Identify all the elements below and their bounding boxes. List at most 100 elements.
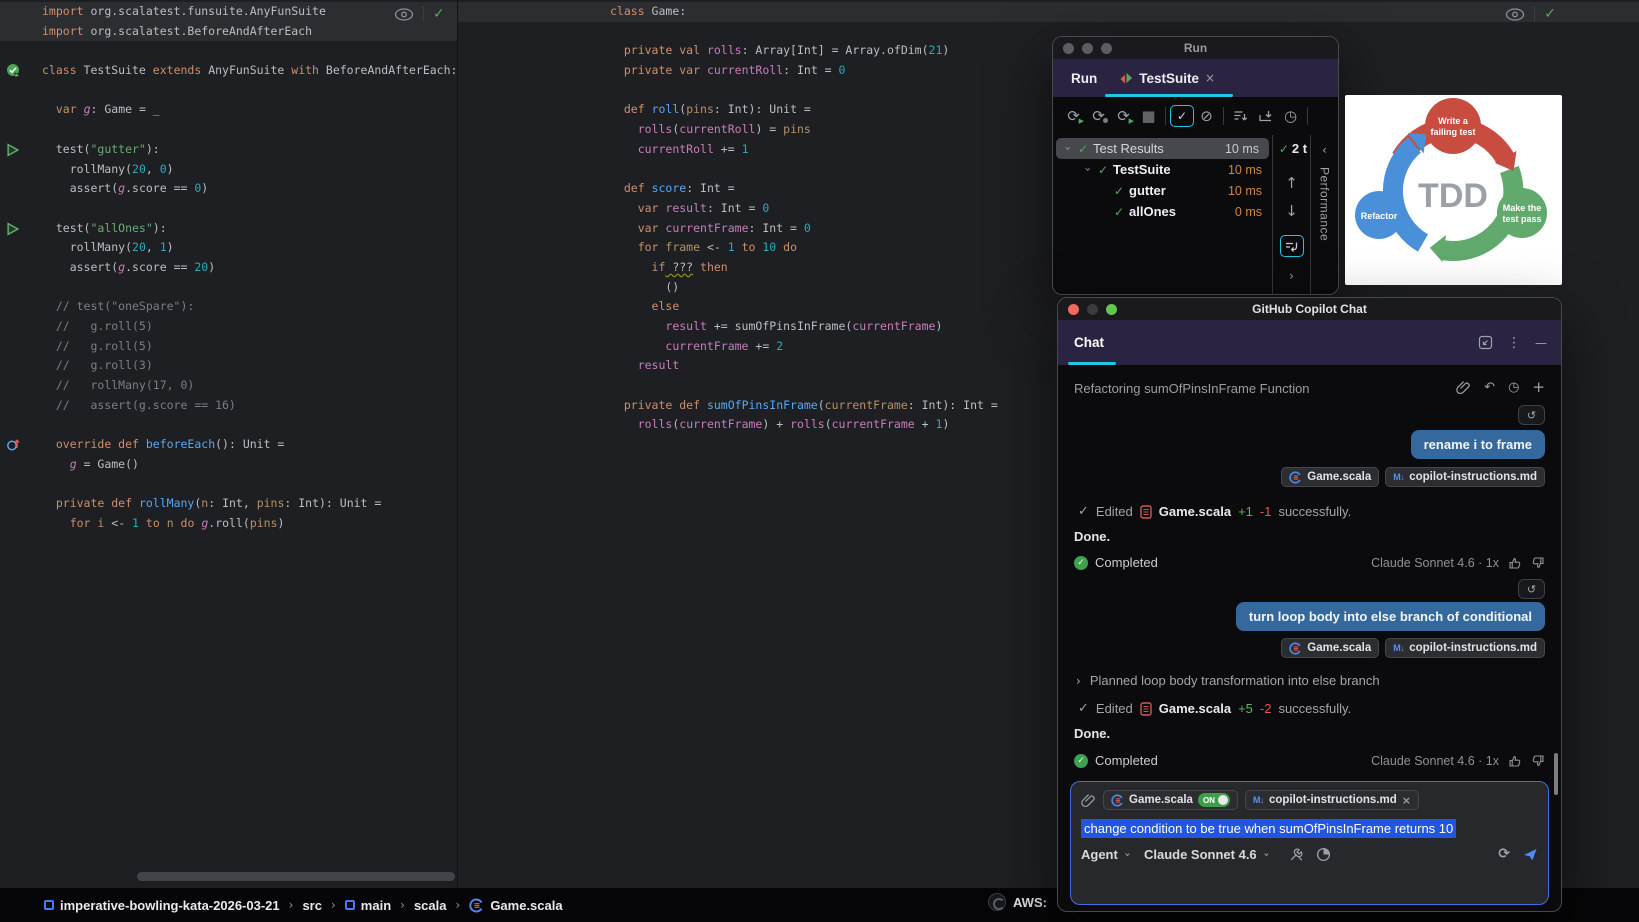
code-line[interactable]: // g.roll(5)	[0, 317, 457, 337]
horizontal-scrollbar[interactable]	[137, 872, 455, 881]
code-line[interactable]: class Game:	[458, 2, 1639, 22]
chevron-down-icon[interactable]: ›	[1260, 852, 1271, 856]
code-line[interactable]	[0, 475, 457, 495]
breadcrumb-label[interactable]: main	[361, 898, 391, 913]
chevron-down-icon[interactable]: ›	[1062, 142, 1075, 156]
code-line[interactable]: // g.roll(5)	[0, 337, 457, 357]
code-editor-testsuite[interactable]: import org.scalatest.funsuite.AnyFunSuit…	[0, 2, 457, 534]
code-line[interactable]	[458, 22, 1639, 42]
eye-icon[interactable]	[1505, 8, 1525, 21]
code-line[interactable]	[0, 199, 457, 219]
regenerate-icon[interactable]: ⟳	[1498, 846, 1510, 862]
chevron-left-icon[interactable]: ‹	[1322, 143, 1327, 157]
code-line[interactable]: import org.scalatest.funsuite.AnyFunSuit…	[0, 2, 457, 22]
breadcrumb-src[interactable]: src	[302, 898, 322, 913]
sort-by-duration-button[interactable]	[1228, 109, 1253, 123]
breadcrumb-label[interactable]: scala	[414, 898, 447, 913]
test-tree-row-gutter[interactable]: ✓ gutter 10 ms	[1053, 180, 1272, 201]
code-line[interactable]	[0, 41, 457, 61]
input-attachment-chip-game-scala[interactable]: Game.scala ON	[1103, 790, 1238, 810]
tab-label[interactable]: TestSuite	[1139, 71, 1199, 86]
code-line[interactable]: rollMany(20, 1)	[0, 238, 457, 258]
run-window-titlebar[interactable]: Run	[1053, 37, 1338, 59]
code-line[interactable]: test("allOnes"):	[0, 219, 457, 239]
test-tree-row-suite[interactable]: › ✓ TestSuite 10 ms	[1053, 159, 1272, 180]
overrides-method-gutter-icon[interactable]	[6, 437, 21, 452]
code-line[interactable]: assert(g.score == 20)	[0, 258, 457, 278]
code-line[interactable]: for i <- 1 to n do g.roll(pins)	[0, 514, 457, 534]
code-line[interactable]: var g: Game = _	[0, 100, 457, 120]
remove-attachment-icon[interactable]: ×	[1402, 794, 1411, 807]
previous-test-button[interactable]: ↑	[1285, 174, 1298, 192]
show-ignored-toggle[interactable]: ⊘	[1194, 107, 1219, 125]
breadcrumb-label[interactable]: src	[302, 898, 322, 913]
code-line[interactable]	[0, 120, 457, 140]
attach-icon[interactable]	[1456, 380, 1471, 395]
show-passed-toggle[interactable]: ✓	[1170, 105, 1194, 127]
tab-testsuite[interactable]: TestSuite ×	[1119, 71, 1215, 86]
chevron-down-icon[interactable]: ›	[1082, 163, 1095, 177]
attach-icon[interactable]	[1081, 793, 1096, 808]
no-problems-check-icon[interactable]: ✓	[433, 6, 445, 22]
chat-scrollbar[interactable]	[1554, 753, 1558, 795]
run-toolwindow-label[interactable]: Run	[1071, 71, 1097, 86]
run-class-passed-gutter-icon[interactable]	[6, 63, 21, 78]
code-line[interactable]: test("gutter"):	[0, 140, 457, 160]
code-line[interactable]: private def rollMany(n: Int, pins: Int):…	[0, 494, 457, 514]
close-tab-icon[interactable]: ×	[1205, 71, 1215, 85]
editor-pane-testsuite[interactable]: import org.scalatest.funsuite.AnyFunSuit…	[0, 0, 457, 888]
restore-checkpoint-button[interactable]: ↺	[1518, 579, 1545, 599]
breadcrumb-main[interactable]: main	[345, 898, 391, 913]
chat-window-titlebar[interactable]: GitHub Copilot Chat	[1058, 298, 1561, 320]
mode-select[interactable]: Agent	[1081, 847, 1118, 862]
attachment-chip-game-scala[interactable]: Game.scala	[1281, 638, 1379, 658]
thumbs-down-icon[interactable]	[1531, 754, 1545, 768]
test-node-label[interactable]: gutter	[1129, 183, 1166, 198]
chat-input-selected-text[interactable]: change condition to be true when sumOfPi…	[1081, 819, 1456, 838]
code-line[interactable]: import org.scalatest.BeforeAndAfterEach	[0, 22, 457, 42]
no-problems-check-icon[interactable]: ✓	[1544, 6, 1556, 22]
restore-checkpoint-button[interactable]: ↺	[1518, 405, 1545, 425]
code-line[interactable]: // test("oneSpare"):	[0, 297, 457, 317]
attachment-chip-game-scala[interactable]: Game.scala	[1281, 467, 1379, 487]
collapsed-plan-row[interactable]: › Planned loop body transformation into …	[1076, 673, 1380, 688]
breadcrumb-label[interactable]: Game.scala	[490, 898, 562, 913]
more-options-kebab-icon[interactable]: ⋮	[1507, 335, 1521, 351]
attachment-on-toggle[interactable]: ON	[1198, 793, 1230, 807]
code-line[interactable]: private var currentRoll: Int = 0	[458, 61, 1639, 81]
thumbs-down-icon[interactable]	[1531, 556, 1545, 570]
undo-icon[interactable]: ↶	[1484, 380, 1495, 395]
breadcrumb-file[interactable]: Game.scala	[469, 898, 562, 913]
chevron-right-icon[interactable]: ›	[1076, 674, 1081, 688]
code-line[interactable]: // assert(g.score == 16)	[0, 396, 457, 416]
chevron-down-icon[interactable]: ›	[1121, 852, 1132, 856]
code-line[interactable]	[0, 278, 457, 298]
stop-button[interactable]: ■	[1136, 107, 1161, 125]
thumbs-up-icon[interactable]	[1508, 556, 1522, 570]
code-line[interactable]	[0, 81, 457, 101]
aws-label[interactable]: AWS:	[1013, 895, 1047, 910]
run-test-gutter-icon[interactable]	[6, 222, 21, 237]
test-node-label[interactable]: allOnes	[1129, 204, 1176, 219]
hide-panel-icon[interactable]: —	[1535, 336, 1547, 350]
test-history-clock-icon[interactable]: ◷	[1278, 107, 1303, 125]
code-line[interactable]: // rollMany(17, 0)	[0, 376, 457, 396]
code-line[interactable]: g = Game()	[0, 455, 457, 475]
breadcrumb-scala[interactable]: scala	[414, 898, 447, 913]
test-tree-row-allones[interactable]: ✓ allOnes 0 ms	[1053, 201, 1272, 222]
input-attachment-chip-instructions[interactable]: M↓ copilot-instructions.md ×	[1245, 790, 1419, 810]
rerun-failed-tests-button[interactable]: ⟳	[1086, 107, 1111, 125]
eye-icon[interactable]	[394, 8, 414, 21]
test-node-label[interactable]: TestSuite	[1113, 162, 1171, 177]
statusbar-aws-widget[interactable]: AWS:	[988, 893, 1047, 911]
toggle-auto-test-button[interactable]: ⟳▶	[1111, 107, 1136, 125]
thumbs-up-icon[interactable]	[1508, 754, 1522, 768]
attachment-chip-instructions[interactable]: M↓ copilot-instructions.md	[1385, 638, 1545, 658]
import-test-results-button[interactable]	[1253, 109, 1278, 123]
new-chat-plus-icon[interactable]: +	[1532, 378, 1545, 396]
code-line[interactable]: // g.roll(3)	[0, 356, 457, 376]
breadcrumb-project[interactable]: imperative-bowling-kata-2026-03-21	[44, 898, 280, 913]
open-in-editor-icon[interactable]	[1478, 335, 1493, 350]
breadcrumb-label[interactable]: imperative-bowling-kata-2026-03-21	[60, 898, 280, 913]
run-test-gutter-icon[interactable]	[6, 143, 21, 158]
